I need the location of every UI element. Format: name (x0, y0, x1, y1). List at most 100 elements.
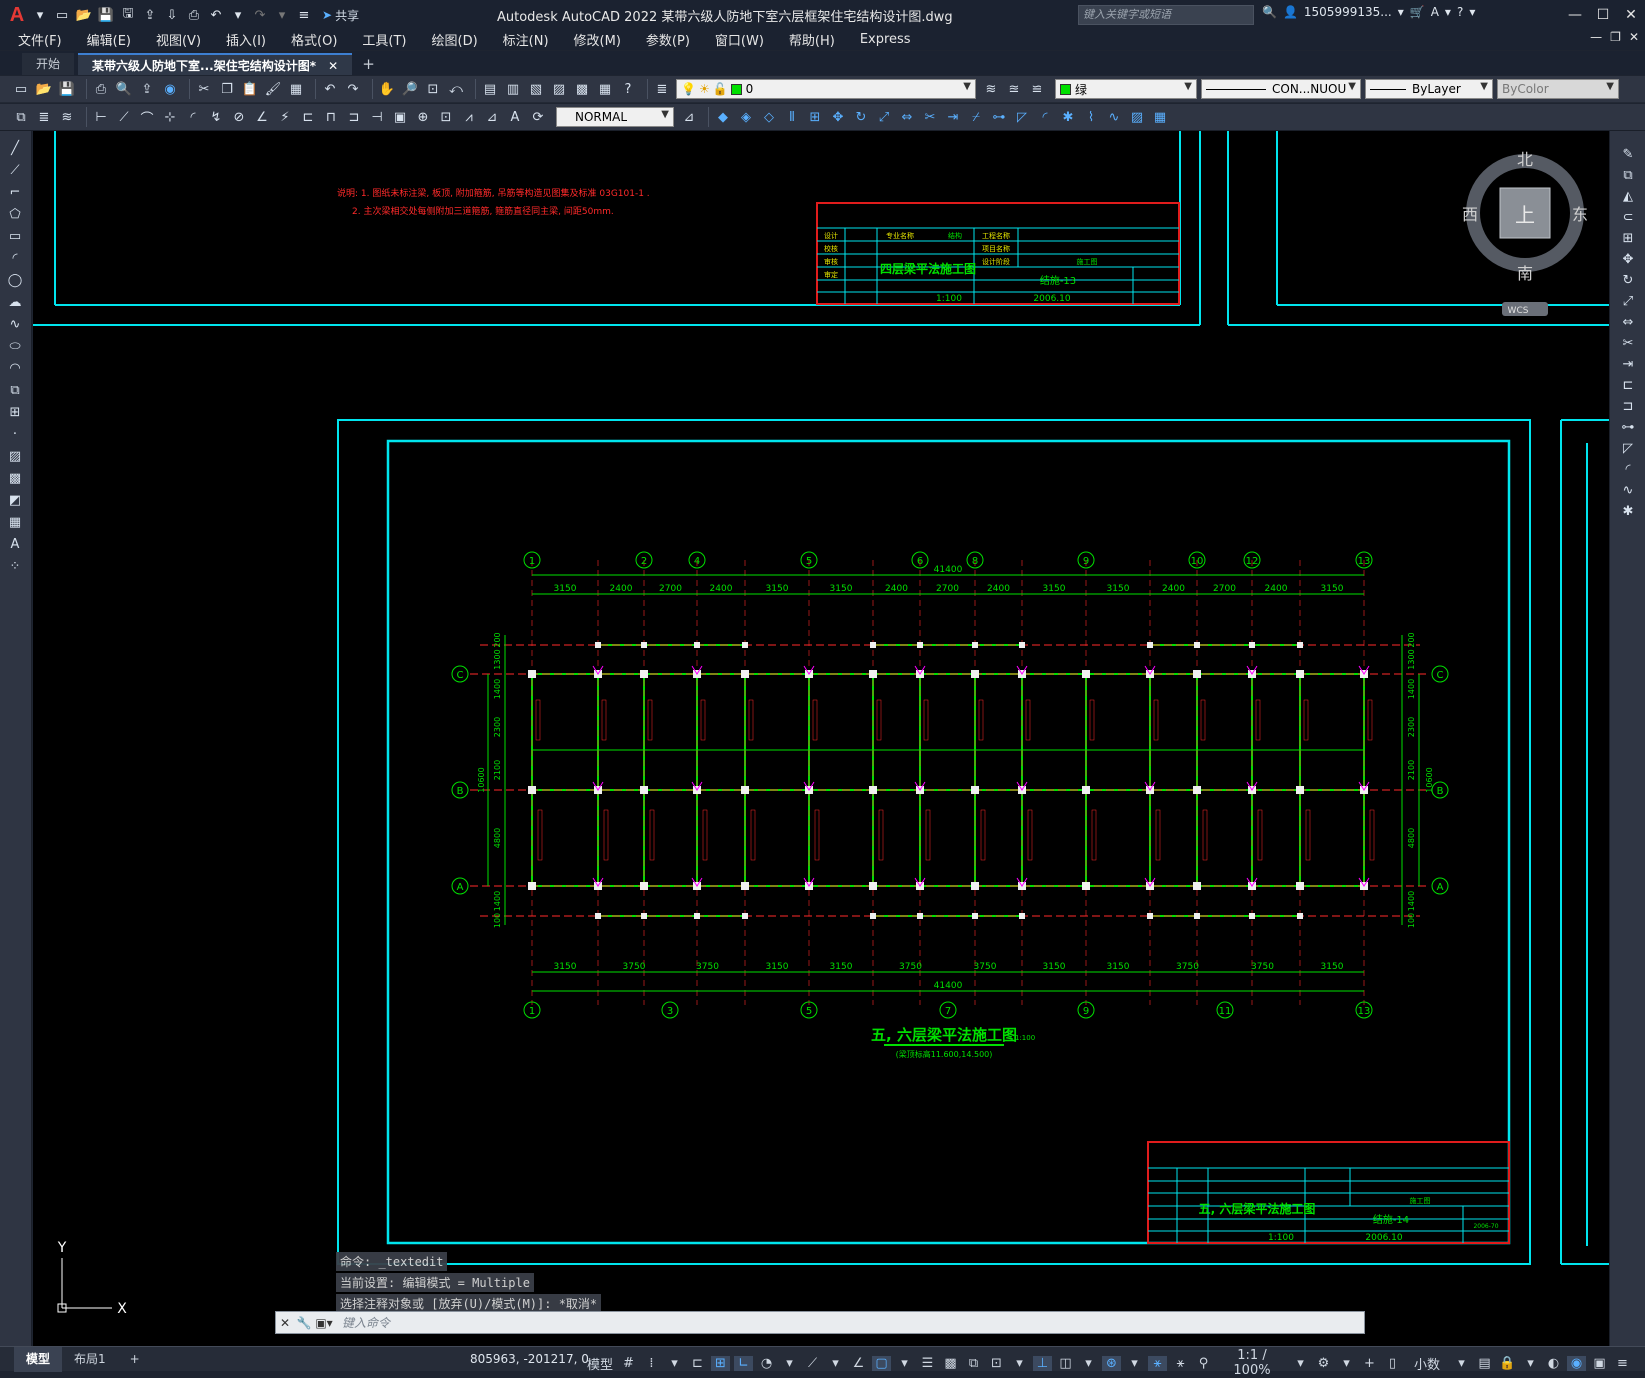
customize-qat-icon[interactable]: ≡ (294, 5, 314, 25)
revision-cloud-icon[interactable]: ☁ (6, 293, 24, 311)
ellipse-icon[interactable]: ⬭ (6, 337, 24, 355)
offset-icon[interactable]: ⊂ (1619, 208, 1637, 226)
scale-icon[interactable]: ⤢ (875, 108, 893, 126)
undo-icon[interactable]: ↶ (321, 80, 339, 98)
tab-active-drawing[interactable]: 某带六级人防地下室...架住宅结构设计图* ✕ (78, 53, 353, 75)
menu-format[interactable]: 格式(O) (291, 30, 337, 49)
menu-parametric[interactable]: 参数(P) (646, 30, 690, 49)
search-icon[interactable]: 🔍 (1262, 5, 1277, 19)
design-center-icon[interactable]: ▥ (504, 80, 522, 98)
layer-previous-icon[interactable]: ≊ (1005, 80, 1023, 98)
chevron-down-icon[interactable]: ▾ (665, 1356, 684, 1371)
sheet-set-icon[interactable]: ▨ (550, 80, 568, 98)
tab-model[interactable]: 模型 (14, 1346, 63, 1372)
isolate-objects-icon[interactable]: ◐ (1544, 1356, 1563, 1371)
scale-icon[interactable]: ⤢ (1619, 292, 1637, 310)
workspace-gear-icon[interactable]: ⚙ (1314, 1356, 1333, 1371)
chamfer-icon[interactable]: ◸ (1619, 439, 1637, 457)
hardware-acceleration-icon[interactable]: ◉ (1567, 1355, 1586, 1371)
continue-dim-icon[interactable]: ⊓ (322, 108, 340, 126)
plotstyle-dropdown[interactable]: ByColor ▼ (1497, 79, 1619, 99)
properties-icon[interactable]: ▤ (481, 80, 499, 98)
tab-layout1[interactable]: 布局1 (62, 1347, 118, 1372)
extend-icon[interactable]: ⇥ (1619, 355, 1637, 373)
erase-icon[interactable]: ✎ (1619, 145, 1637, 163)
gizmo-icon[interactable]: ⊛ (1102, 1355, 1121, 1371)
compass-south[interactable]: 南 (1517, 264, 1533, 283)
close-button[interactable]: ✕ (1617, 0, 1645, 30)
maximize-button[interactable]: ☐ (1589, 0, 1617, 30)
snap-icon[interactable]: ⁞ (642, 1356, 661, 1371)
save-as-icon[interactable]: 🖫 (118, 5, 138, 25)
app-menu-chevron-icon[interactable]: ▾ (30, 5, 50, 25)
selection-filter-icon[interactable]: ◫ (1056, 1356, 1075, 1371)
copy-object-icon[interactable]: ◈ (737, 108, 755, 126)
annotation-scale-icon[interactable]: ⚲ (1194, 1356, 1213, 1371)
diameter-dim-icon[interactable]: ⊘ (230, 108, 248, 126)
redo-dropdown-icon[interactable]: ▾ (272, 5, 292, 25)
quick-dim-icon[interactable]: ⚡ (276, 108, 294, 126)
share-button[interactable]: ➤ 共享 (322, 7, 359, 24)
autocad-logo-icon[interactable]: A (6, 4, 28, 27)
mirror-icon[interactable]: ◇ (760, 108, 778, 126)
dim-space-icon[interactable]: ⊐ (345, 108, 363, 126)
cut-icon[interactable]: ✂ (195, 80, 213, 98)
chevron-down-icon[interactable]: ▾ (780, 1356, 799, 1371)
array-icon[interactable]: ⊞ (1619, 229, 1637, 247)
menu-modify[interactable]: 修改(M) (574, 30, 621, 49)
menu-view[interactable]: 视图(V) (156, 30, 201, 49)
menu-tools[interactable]: 工具(T) (362, 30, 406, 49)
close-tab-icon[interactable]: ✕ (328, 59, 338, 73)
cart-icon[interactable]: 🛒 (1410, 5, 1425, 19)
ordinate-dim-icon[interactable]: ⊹ (161, 108, 179, 126)
save-icon[interactable]: 💾 (58, 80, 76, 98)
transparency-icon[interactable]: ▩ (941, 1356, 960, 1371)
inspect-icon[interactable]: ⊡ (437, 108, 455, 126)
annotation-visibility-icon[interactable]: ⚹ (1148, 1355, 1167, 1371)
tolerance-icon[interactable]: ▣ (391, 108, 409, 126)
stretch-icon[interactable]: ⇔ (1619, 313, 1637, 331)
isodraft-icon[interactable]: ⟋ (803, 1356, 822, 1371)
compass-west[interactable]: 西 (1462, 205, 1478, 224)
multiline-text-icon[interactable]: A (6, 535, 24, 553)
compass-north[interactable]: 北 (1517, 150, 1533, 169)
break-icon[interactable]: ⊐ (1619, 397, 1637, 415)
dim-update-icon[interactable]: ⟳ (529, 108, 547, 126)
markup-icon[interactable]: ▩ (573, 80, 591, 98)
user-icon[interactable]: 👤 (1283, 5, 1298, 19)
3d-osnap-icon[interactable]: ⊡ (987, 1356, 1006, 1371)
new-file-icon[interactable]: ▭ (52, 5, 72, 25)
command-input[interactable]: 键入命令 (334, 1314, 1364, 1331)
polyline-icon[interactable]: ⌐ (6, 183, 24, 201)
center-mark-icon[interactable]: ⊕ (414, 108, 432, 126)
annotation-monitor-icon[interactable]: + (1360, 1356, 1379, 1371)
dimtedit-icon[interactable]: A (506, 108, 524, 126)
plot-preview-icon[interactable]: 🔍 (115, 80, 133, 98)
region-icon[interactable]: ◩ (6, 491, 24, 509)
fillet-icon[interactable]: ◜ (1619, 460, 1637, 478)
dimstyle-dropdown[interactable]: NORMAL ▼ (556, 107, 674, 127)
ortho-icon[interactable]: ∟ (734, 1355, 753, 1371)
search-input[interactable]: 键入关键字或短语 (1078, 5, 1254, 25)
extend-icon[interactable]: ⇥ (944, 108, 962, 126)
point-icon[interactable]: · (6, 425, 24, 443)
tool-palettes-icon[interactable]: ▧ (527, 80, 545, 98)
dimstyle-manager-icon[interactable]: ⊿ (680, 108, 698, 126)
erase-icon[interactable]: ◆ (714, 108, 732, 126)
web-icon[interactable]: ◉ (161, 80, 179, 98)
linetype-dropdown[interactable]: CON...NUOU ▼ (1201, 79, 1361, 99)
save-icon[interactable]: 💾 (96, 5, 116, 25)
layer-walk-icon[interactable]: ≣ (35, 108, 53, 126)
drawing-canvas[interactable]: 说明: 1. 图纸未标注梁, 板顶, 附加箍筋, 吊筋等构造见图集及标准 03G… (33, 131, 1609, 1346)
fillet-icon[interactable]: ◜ (1036, 108, 1054, 126)
angular-dim-icon[interactable]: ∠ (253, 108, 271, 126)
publish-icon[interactable]: ⇪ (138, 80, 156, 98)
units-icon[interactable]: ▯ (1383, 1356, 1402, 1371)
hatch-icon[interactable]: ▨ (6, 447, 24, 465)
lock-ui-icon[interactable]: 🔒 (1498, 1356, 1517, 1371)
edit-spline-icon[interactable]: ∿ (1105, 108, 1123, 126)
chevron-down-icon[interactable]: ▾ (1445, 5, 1451, 19)
user-name[interactable]: 1505999135... (1304, 5, 1392, 19)
open-icon[interactable]: 📂 (35, 80, 53, 98)
menu-insert[interactable]: 插入(I) (226, 30, 266, 49)
